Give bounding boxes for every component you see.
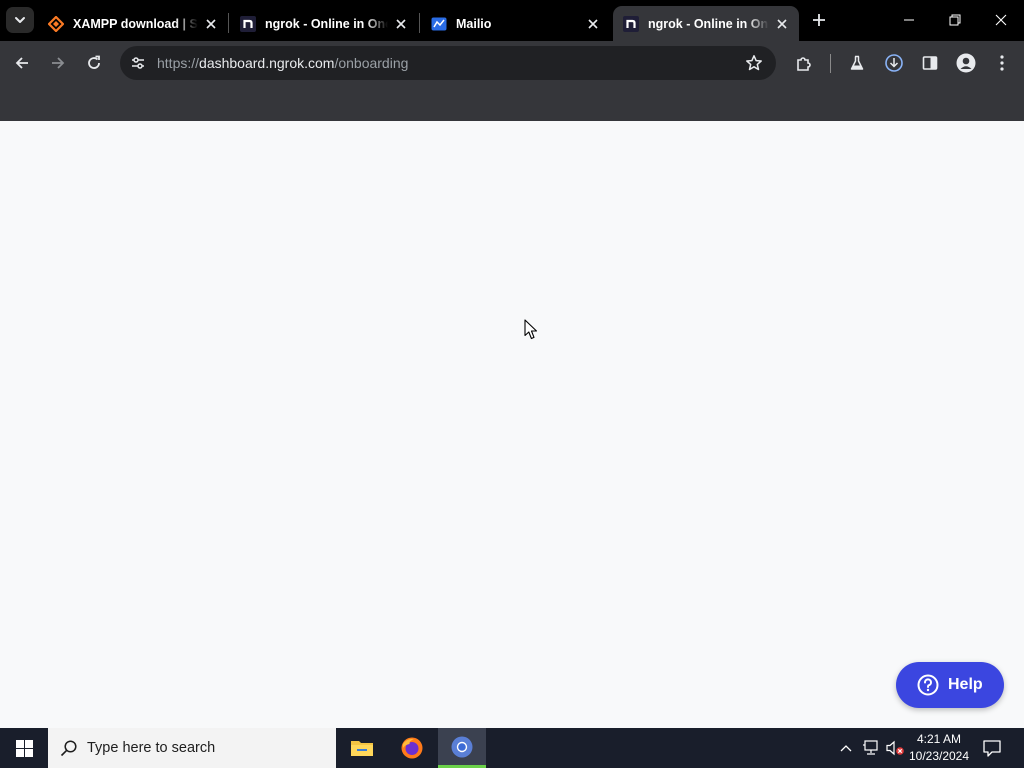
tab-divider xyxy=(419,13,420,33)
windows-logo-icon xyxy=(15,739,33,757)
tab-mailio[interactable]: Mailio xyxy=(421,6,610,41)
help-label: Help xyxy=(948,676,983,693)
profile-button[interactable] xyxy=(952,49,980,77)
search-placeholder: Type here to search xyxy=(87,740,216,756)
bookmark-star-icon[interactable] xyxy=(744,53,764,73)
page-content: Help xyxy=(0,121,1024,728)
close-tab-icon[interactable] xyxy=(584,15,602,33)
notification-icon xyxy=(983,739,1001,757)
forward-button[interactable] xyxy=(44,49,72,77)
toolbar-divider xyxy=(830,54,831,73)
tab-ngrok-1[interactable]: ngrok - Online in One Line xyxy=(230,6,418,41)
reload-icon xyxy=(88,55,100,69)
extensions-button[interactable] xyxy=(790,49,818,77)
notifications-button[interactable] xyxy=(978,728,1006,768)
xampp-logo-icon xyxy=(48,15,64,32)
show-hidden-icons-button[interactable] xyxy=(836,728,856,768)
flask-icon xyxy=(850,55,864,70)
close-window-button[interactable] xyxy=(978,0,1024,40)
url-path: /onboarding xyxy=(334,55,409,71)
firefox-icon xyxy=(401,737,423,759)
windows-taskbar: Type here to search 4:21 AM 10/23/2024 xyxy=(0,728,1024,768)
taskbar-search-box[interactable]: Type here to search xyxy=(48,728,336,768)
browser-tab-strip: XAMPP download | SourceForge.net ngrok -… xyxy=(0,0,1024,41)
bookmarks-bar xyxy=(0,85,1024,121)
question-circle-icon xyxy=(917,674,939,696)
url-text: https://dashboard.ngrok.com/onboarding xyxy=(157,55,408,71)
restore-button[interactable] xyxy=(932,0,978,40)
tab-title: ngrok - Online in One Line xyxy=(265,16,388,31)
tab-title: ngrok - Online in One Line xyxy=(648,16,769,31)
search-icon xyxy=(60,740,77,757)
more-vert-icon xyxy=(1000,55,1004,71)
tab-xampp-download[interactable]: XAMPP download | SourceForge.net xyxy=(38,6,228,41)
address-bar[interactable]: https://dashboard.ngrok.com/onboarding xyxy=(120,46,776,80)
clock-time: 4:21 AM xyxy=(916,732,962,746)
new-tab-button[interactable] xyxy=(808,9,830,31)
clock-date: 10/23/2024 xyxy=(908,749,970,763)
volume-button[interactable] xyxy=(884,728,906,768)
puzzle-icon xyxy=(797,57,811,71)
profile-avatar-icon xyxy=(956,53,976,73)
system-clock[interactable]: 4:21 AM 10/23/2024 xyxy=(906,731,972,765)
help-button[interactable]: Help xyxy=(896,662,1004,708)
chevron-up-icon xyxy=(840,745,852,752)
downloads-button[interactable] xyxy=(880,49,908,77)
ngrok-logo-icon xyxy=(623,15,639,32)
tab-divider xyxy=(228,13,229,33)
labs-button[interactable] xyxy=(843,49,871,77)
restore-icon xyxy=(949,14,961,26)
mouse-cursor-icon xyxy=(524,319,538,340)
minimize-button[interactable] xyxy=(886,0,932,40)
url-host: dashboard.ngrok.com xyxy=(199,55,335,71)
close-tab-icon[interactable] xyxy=(773,15,791,33)
chrome-icon xyxy=(451,736,473,757)
ngrok-logo-icon xyxy=(240,15,256,32)
volume-muted-icon xyxy=(886,740,904,756)
file-explorer-icon xyxy=(351,741,373,756)
menu-button[interactable] xyxy=(988,49,1016,77)
side-panel-button[interactable] xyxy=(916,49,944,77)
back-button[interactable] xyxy=(8,49,36,77)
browser-toolbar: https://dashboard.ngrok.com/onboarding xyxy=(0,41,1024,85)
chevron-down-icon xyxy=(15,17,25,23)
taskbar-chrome[interactable] xyxy=(438,728,486,768)
tab-ngrok-active[interactable]: ngrok - Online in One Line xyxy=(613,6,799,41)
tab-search-button[interactable] xyxy=(6,7,34,33)
site-info-icon[interactable] xyxy=(128,53,148,73)
tab-title: XAMPP download | SourceForge.net xyxy=(73,16,198,31)
start-button[interactable] xyxy=(0,728,48,768)
minimize-icon xyxy=(904,19,914,21)
mailio-logo-icon xyxy=(431,16,447,32)
download-progress-icon xyxy=(885,54,903,72)
reload-button[interactable] xyxy=(80,49,108,77)
network-status-button[interactable] xyxy=(860,728,882,768)
tab-title: Mailio xyxy=(456,16,492,31)
taskbar-file-explorer[interactable] xyxy=(338,728,386,768)
network-icon xyxy=(863,740,878,755)
arrow-left-icon xyxy=(15,57,28,69)
close-icon xyxy=(995,14,1007,26)
arrow-right-icon xyxy=(52,57,65,69)
url-scheme: https:// xyxy=(157,55,200,71)
side-panel-icon xyxy=(922,56,938,70)
close-tab-icon[interactable] xyxy=(202,15,220,33)
plus-icon xyxy=(813,14,825,26)
close-tab-icon[interactable] xyxy=(392,15,410,33)
taskbar-firefox[interactable] xyxy=(388,728,436,768)
